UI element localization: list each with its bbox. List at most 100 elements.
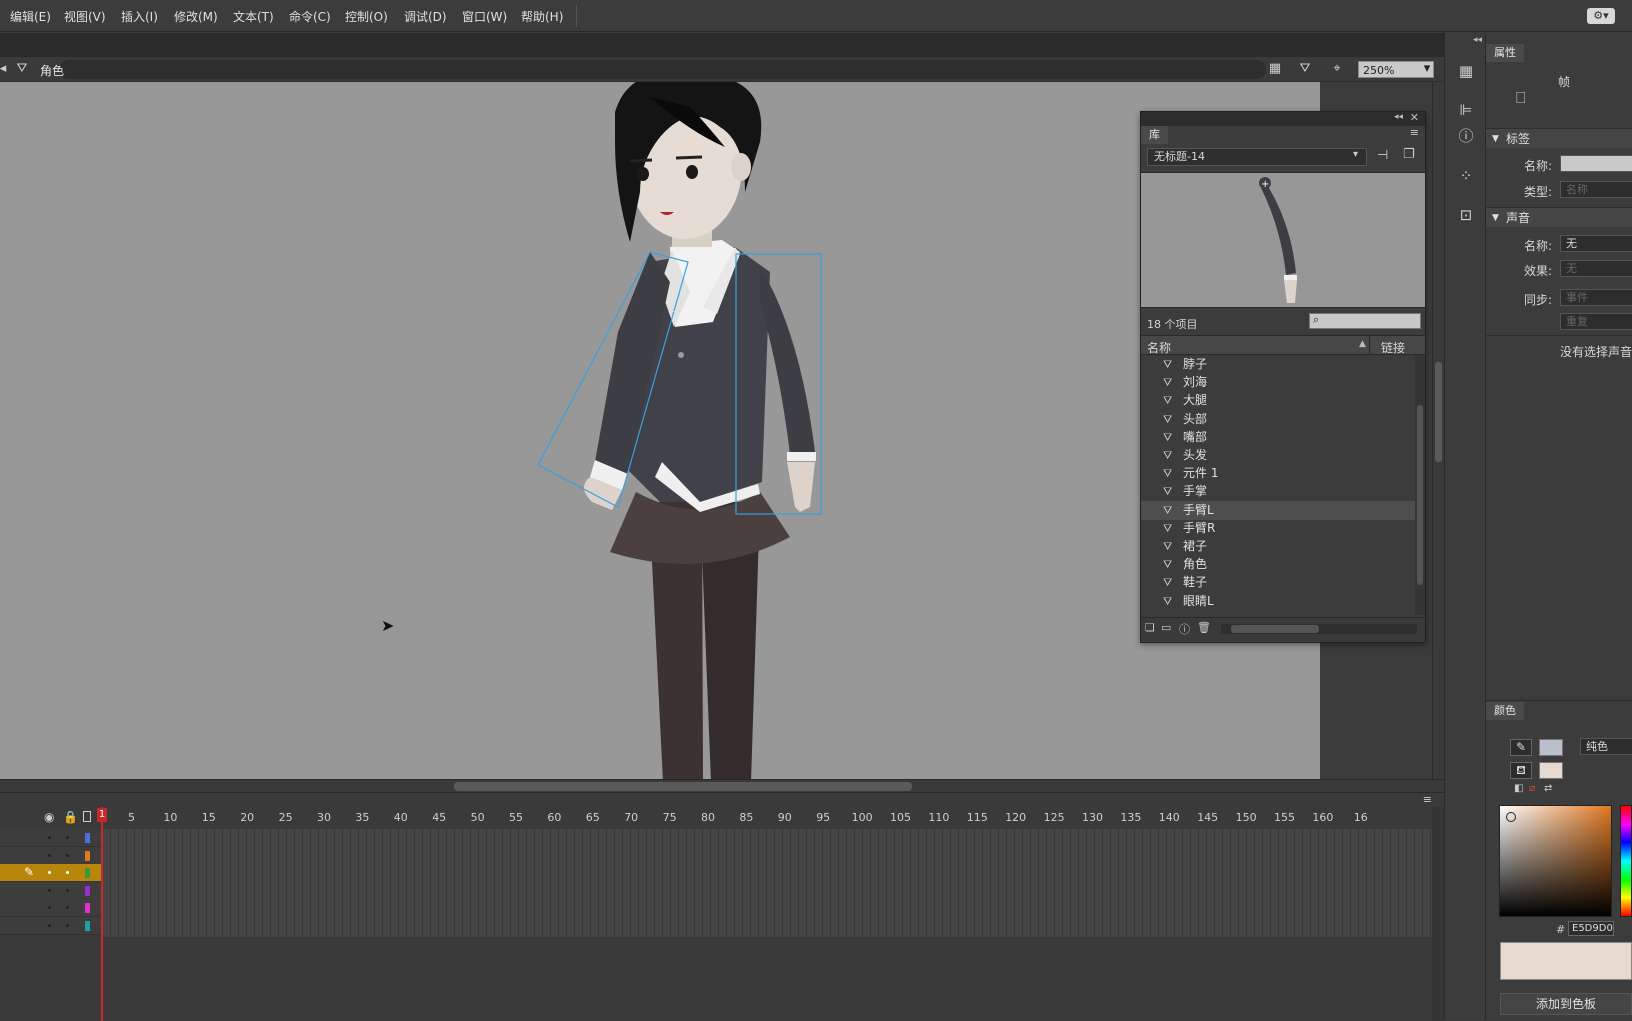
new-folder-icon[interactable]: ▭ <box>1161 621 1171 634</box>
layer-toggle-dot[interactable] <box>48 906 51 909</box>
library-item[interactable]: ⛛ 手臂L <box>1141 500 1415 520</box>
timeline-layer[interactable] <box>0 899 102 917</box>
eye-icon[interactable]: ◉ <box>44 810 54 824</box>
layer-outline-color[interactable] <box>85 850 90 861</box>
timeline-ruler[interactable]: ◉ 🔒 151015202530354045505560657075808590… <box>0 807 1444 829</box>
library-item[interactable]: ⛛ 刘海 <box>1141 373 1415 392</box>
hue-slider[interactable] <box>1620 805 1632 917</box>
menu-help[interactable]: 帮助(H) <box>521 8 563 25</box>
menu-modify[interactable]: 修改(M) <box>174 8 218 25</box>
lock-icon[interactable]: 🔒 <box>63 810 78 824</box>
library-search-input[interactable]: ⌕ <box>1309 313 1421 329</box>
library-item[interactable]: ⛛ 角色 <box>1141 555 1415 574</box>
label-type-select[interactable]: 名称 <box>1560 181 1632 198</box>
layer-outline-color[interactable] <box>85 885 90 896</box>
transform-icon[interactable]: ⊡ <box>1456 205 1476 225</box>
properties-icon[interactable]: ⓘ <box>1179 621 1190 637</box>
center-stage-icon[interactable]: ⌖ <box>1328 61 1346 77</box>
close-icon[interactable]: ✕ <box>1410 111 1419 124</box>
add-to-swatches-button[interactable]: 添加到色板 <box>1500 993 1632 1015</box>
menu-debug[interactable]: 调试(D) <box>404 8 447 25</box>
hex-input[interactable]: E5D9D0 <box>1568 921 1614 936</box>
library-h-scrollbar[interactable] <box>1221 624 1417 634</box>
timeline-layer[interactable] <box>0 881 102 900</box>
pencil-icon[interactable]: ✎ <box>1510 739 1532 756</box>
tab-library[interactable]: 库 <box>1141 126 1168 144</box>
sound-sync-select[interactable]: 事件 <box>1560 289 1632 306</box>
menu-insert[interactable]: 插入(I) <box>121 8 158 25</box>
info-icon[interactable]: ⓘ <box>1456 126 1476 146</box>
library-document-select[interactable]: 无标题-14 <box>1147 148 1367 166</box>
panel-menu-icon[interactable]: ≡ <box>1410 126 1419 139</box>
outline-icon[interactable] <box>83 811 91 822</box>
library-item[interactable]: ⛛ 大腿 <box>1141 391 1415 410</box>
menu-edit[interactable]: 编辑(E) <box>10 8 51 25</box>
sort-icon[interactable]: ▲ <box>1359 339 1366 349</box>
layer-toggle-dot[interactable] <box>66 906 69 909</box>
library-item[interactable]: ⛛ 裙子 <box>1141 537 1415 556</box>
chevron-down-icon[interactable]: ▾ <box>1418 61 1436 77</box>
layer-toggle-dot[interactable] <box>66 836 69 839</box>
tab-color[interactable]: 颜色 <box>1486 702 1524 720</box>
layer-outline-color[interactable] <box>85 920 90 931</box>
menu-view[interactable]: 视图(V) <box>64 8 106 25</box>
motion-presets-icon[interactable]: ⁘ <box>1456 166 1476 186</box>
collapse-icon[interactable]: ◂◂ <box>1394 112 1403 122</box>
library-scrollbar[interactable] <box>1415 355 1425 615</box>
edit-symbols-icon[interactable]: ⛛ <box>1296 61 1314 77</box>
color-picker-field[interactable] <box>1499 805 1612 917</box>
library-item[interactable]: ⛛ 头部 <box>1141 410 1415 429</box>
pin-icon[interactable]: ⊣ <box>1377 148 1388 163</box>
label-section-header[interactable]: ▼ 标签 <box>1486 128 1632 148</box>
library-item[interactable]: ⛛ 鞋子 <box>1141 573 1415 592</box>
layer-toggle-dot[interactable] <box>66 871 69 874</box>
tab-properties[interactable]: 属性 <box>1486 44 1524 62</box>
library-item[interactable]: ⛛ 头发 <box>1141 446 1415 465</box>
h-scroll-thumb[interactable] <box>454 782 912 791</box>
layer-outline-color[interactable] <box>85 833 90 843</box>
back-arrow-icon[interactable]: ◂ <box>0 61 12 77</box>
layer-toggle-dot[interactable] <box>48 836 51 839</box>
info-panel-icon[interactable]: ▦ <box>1456 61 1476 81</box>
library-item[interactable]: ⛛ 脖子 <box>1141 355 1415 374</box>
column-link[interactable]: 链接 <box>1381 339 1405 356</box>
timeline-layer[interactable]: ✎ <box>0 864 102 882</box>
fill-color-swatch[interactable] <box>1539 762 1563 779</box>
sound-section-header[interactable]: ▼ 声音 <box>1486 207 1632 227</box>
layer-outline-color[interactable] <box>85 868 90 878</box>
delete-icon[interactable]: 🗑 <box>1197 621 1211 634</box>
black-white-icon[interactable]: ◧ <box>1514 783 1523 794</box>
timeline-layer[interactable] <box>0 846 102 865</box>
layer-toggle-dot[interactable] <box>66 923 69 927</box>
sound-effect-select[interactable]: 无 <box>1560 260 1632 277</box>
color-picker-handle[interactable] <box>1506 812 1516 822</box>
new-library-icon[interactable]: ❐ <box>1403 147 1415 162</box>
stage-vertical-scrollbar[interactable] <box>1432 82 1444 779</box>
frame-grid[interactable] <box>102 829 1432 937</box>
library-item[interactable]: ⛛ 元件 1 <box>1141 464 1415 483</box>
label-name-input[interactable] <box>1560 155 1632 172</box>
library-titlebar[interactable]: ◂◂ ✕ <box>1141 111 1425 126</box>
menu-commands[interactable]: 命令(C) <box>289 8 331 25</box>
library-item[interactable]: ⛛ 嘴部 <box>1141 428 1415 447</box>
timeline-layer[interactable] <box>0 829 102 847</box>
playhead-frame-number[interactable]: 1 <box>97 808 107 822</box>
clapper-icon[interactable]: ▦ <box>1266 61 1284 77</box>
layer-outline-color[interactable] <box>85 903 90 913</box>
layer-toggle-dot[interactable] <box>66 888 69 892</box>
layer-toggle-dot[interactable] <box>48 923 51 927</box>
layer-toggle-dot[interactable] <box>48 853 51 857</box>
playhead[interactable] <box>101 807 103 1021</box>
color-type-select[interactable]: 纯色 <box>1580 738 1632 755</box>
no-color-icon[interactable]: ⧄ <box>1529 783 1535 794</box>
timeline-layer[interactable] <box>0 916 102 935</box>
library-item[interactable]: ⛛ 手臂R <box>1141 519 1415 538</box>
library-item[interactable]: ⛛ 手掌 <box>1141 482 1415 501</box>
sound-repeat-select[interactable]: 重复 <box>1560 313 1632 330</box>
stage-horizontal-scrollbar[interactable] <box>0 779 1444 792</box>
sound-name-select[interactable]: 无 <box>1560 235 1632 252</box>
new-symbol-icon[interactable]: ❏ <box>1145 621 1155 634</box>
menu-window[interactable]: 窗口(W) <box>462 8 507 25</box>
gear-icon[interactable]: ⚙▾ <box>1587 8 1615 24</box>
layer-toggle-dot[interactable] <box>66 853 69 857</box>
